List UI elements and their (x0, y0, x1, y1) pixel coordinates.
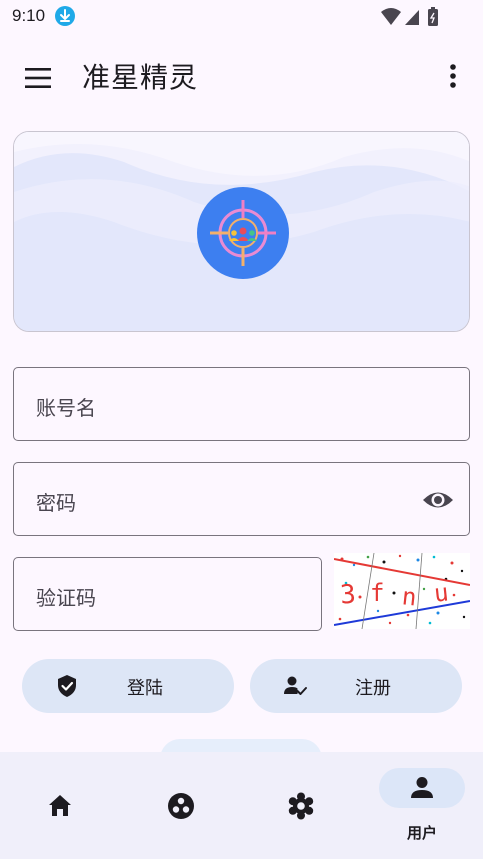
captcha-image[interactable]: 3 f n u (334, 553, 470, 629)
register-button[interactable]: 注册 (250, 659, 462, 713)
account-placeholder: 账号名 (36, 396, 96, 420)
settings-icon (287, 792, 315, 820)
app-logo (196, 186, 290, 280)
app-bar: 准星精灵 (0, 40, 483, 112)
nav-item-user[interactable]: 用户 (362, 752, 482, 859)
download-icon (55, 6, 75, 26)
status-icons (379, 6, 447, 32)
bottom-navigation: 用户 (0, 752, 483, 859)
status-time: 9:10 (12, 6, 46, 25)
nav-item-home[interactable] (0, 752, 120, 859)
signal-icon (405, 10, 419, 25)
wifi-icon (381, 8, 401, 25)
shield-icon (54, 673, 80, 699)
captcha-field[interactable]: 验证码 (13, 557, 322, 631)
header-banner (13, 131, 470, 332)
captcha-char-3: n (401, 582, 418, 611)
game-icon (167, 792, 195, 820)
captcha-char-1: 3 (339, 580, 357, 611)
hamburger-icon (25, 68, 51, 88)
captcha-placeholder: 验证码 (36, 586, 96, 610)
login-button[interactable]: 登陆 (22, 659, 234, 713)
captcha-char-2: f (370, 579, 384, 607)
account-field[interactable]: 账号名 (13, 367, 470, 441)
login-label: 登陆 (127, 678, 163, 699)
register-label: 注册 (355, 678, 391, 699)
eye-icon (423, 492, 453, 508)
nav-item-game[interactable] (121, 752, 241, 859)
more-options-button[interactable] (438, 60, 468, 96)
status-bar: 9:10 (0, 0, 483, 34)
password-field[interactable]: 密码 (13, 462, 470, 536)
person-check-icon (282, 673, 308, 699)
menu-button[interactable] (16, 56, 60, 100)
battery-icon (428, 7, 438, 26)
page-title: 准星精灵 (82, 61, 199, 94)
password-placeholder: 密码 (36, 491, 76, 515)
home-icon (46, 792, 74, 820)
nav-label-user: 用户 (406, 824, 437, 842)
captcha-char-4: u (433, 578, 450, 607)
more-vert-icon (450, 64, 456, 88)
person-icon (408, 774, 436, 802)
show-password-button[interactable] (421, 485, 455, 515)
nav-item-settings[interactable] (241, 752, 361, 859)
